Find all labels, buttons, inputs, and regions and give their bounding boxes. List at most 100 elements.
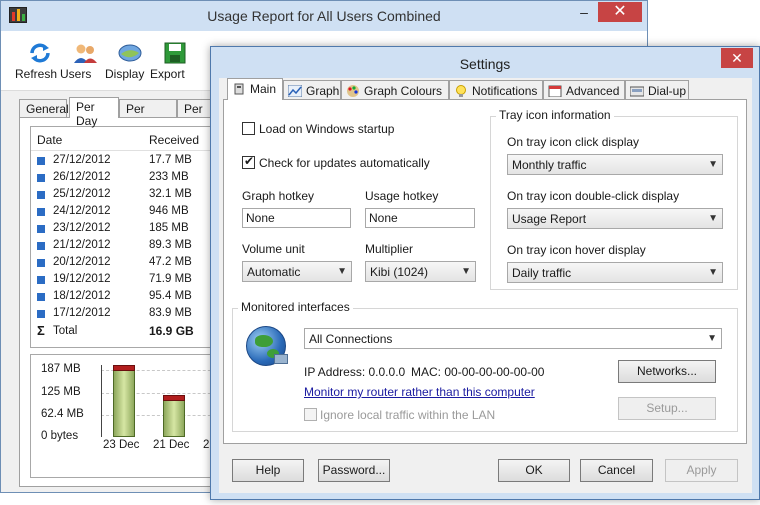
settings-close-button[interactable]: ✕ [721,48,753,68]
multiplier-select[interactable]: Kibi (1024) ▼ [365,261,476,282]
export-icon [164,42,186,64]
tray-hover-label: On tray icon hover display [507,243,646,257]
list-item[interactable]: 26/12/2012 233 MB [31,170,219,186]
load-on-startup-label[interactable]: Load on Windows startup [259,122,394,136]
list-header: Date Received [31,127,219,151]
graph-hotkey-input[interactable]: None [242,208,351,228]
total-label: Total [53,325,78,337]
networks-button[interactable]: Networks... [618,360,716,383]
tab-graph-colours[interactable]: Graph Colours [341,80,449,99]
chevron-down-icon: ▼ [707,333,717,344]
day-square-icon [37,242,45,250]
tab-notifications[interactable]: Notifications [449,80,543,99]
apply-button[interactable]: Apply [665,459,738,482]
day-square-icon [37,259,45,267]
day-square-icon [37,293,45,301]
mac-value: 00-00-00-00-00-00 [444,365,545,379]
y-tick-label: 125 MB [41,386,81,398]
row-received: 71.9 MB [149,273,192,285]
help-button[interactable]: Help [232,459,304,482]
column-date[interactable]: Date [37,133,62,147]
list-item[interactable]: 23/12/2012 185 MB [31,221,219,237]
settings-title: Settings [459,56,511,72]
volume-unit-label: Volume unit [242,242,305,256]
tab-advanced-label: Advanced [566,84,620,98]
load-on-startup-checkbox[interactable] [242,122,255,135]
list-item[interactable]: 24/12/2012 946 MB [31,204,219,220]
volume-unit-value: Automatic [247,265,301,279]
cancel-button[interactable]: Cancel [580,459,653,482]
main-tab-panel: Load on Windows startup Check for update… [223,99,747,444]
check-updates-label[interactable]: Check for updates automatically [259,156,430,170]
tab-graph[interactable]: Graph [283,80,341,99]
row-received: 89.3 MB [149,239,192,251]
tab-general[interactable]: General [19,99,69,117]
sigma-icon: Σ [37,323,45,338]
tab-per-day[interactable]: Per Day [69,97,119,128]
daily-usage-list[interactable]: Date Received 27/12/2012 17.7 MB 26/12/20… [30,126,220,348]
ignore-local-checkbox[interactable] [304,408,317,421]
row-date: 26/12/2012 [53,171,111,183]
daily-usage-chart: 187 MB 125 MB 62.4 MB 0 bytes 23 Dec 21 … [30,354,220,478]
list-item[interactable]: 25/12/2012 32.1 MB [31,187,219,203]
monitor-router-link[interactable]: Monitor my router rather than this compu… [304,385,535,399]
backup-button[interactable]: Ba [191,41,211,67]
mac-address-text: MAC: 00-00-00-00-00-00 [411,365,544,379]
check-updates-checkbox[interactable] [242,154,255,169]
refresh-button[interactable]: Refresh [15,41,65,81]
tab-graph-colours-label: Graph Colours [364,84,443,98]
tab-main[interactable]: Main [227,78,283,100]
list-item[interactable]: 21/12/2012 89.3 MB [31,238,219,254]
x-tick-label: 2 [203,439,210,451]
day-square-icon [37,157,45,165]
tray-click-value: Monthly traffic [512,158,587,172]
setup-button[interactable]: Setup... [618,397,716,420]
dialup-icon [630,86,644,97]
tab-advanced[interactable]: Advanced [543,80,625,99]
row-received: 233 MB [149,171,189,183]
display-label: Display [105,67,145,81]
list-item[interactable]: 19/12/2012 71.9 MB [31,272,219,288]
palette-icon [347,85,359,97]
tray-click-label: On tray icon click display [507,135,640,149]
chart-bar-cap [163,395,185,401]
display-button[interactable]: Display [105,41,155,81]
users-button[interactable]: Users [60,41,110,81]
chart-bar-cap [113,365,135,371]
tab-dial-up[interactable]: Dial-up [625,80,689,99]
usage-hotkey-input[interactable]: None [365,208,475,228]
export-label: Export [150,67,185,81]
interface-value: All Connections [309,332,393,346]
backup-icon [191,41,211,65]
list-item[interactable]: 27/12/2012 17.7 MB [31,153,219,169]
ignore-local-label[interactable]: Ignore local traffic within the LAN [320,408,495,422]
tray-click-select[interactable]: Monthly traffic ▼ [507,154,723,175]
y-tick-label: 0 bytes [41,430,79,442]
tab-main-label: Main [250,82,277,96]
row-received: 83.9 MB [149,307,192,319]
day-square-icon [37,191,45,199]
total-row[interactable]: Σ Total 16.9 GB [31,323,219,341]
day-square-icon [37,208,45,216]
monitored-interfaces-title: Monitored interfaces [238,300,353,314]
tray-dblclick-select[interactable]: Usage Report ▼ [507,208,723,229]
row-date: 19/12/2012 [53,273,111,285]
minimize-button[interactable]: – [573,3,595,21]
lightbulb-icon [456,85,466,97]
row-date: 18/12/2012 [53,290,111,302]
list-item[interactable]: 17/12/2012 83.9 MB [31,306,219,322]
password-button[interactable]: Password... [318,459,390,482]
row-received: 95.4 MB [149,290,192,302]
volume-unit-select[interactable]: Automatic ▼ [242,261,352,282]
graph-tab-icon [288,85,302,97]
day-square-icon [37,174,45,182]
column-received[interactable]: Received [149,133,199,147]
ok-button[interactable]: OK [498,459,570,482]
list-item[interactable]: 18/12/2012 95.4 MB [31,289,219,305]
tab-per-week[interactable]: Per Week [119,99,177,130]
main-close-button[interactable]: ✕ [598,2,642,22]
list-item[interactable]: 20/12/2012 47.2 MB [31,255,219,271]
tray-hover-select[interactable]: Daily traffic ▼ [507,262,723,283]
settings-body: Main Graph Graph Colours Notifications A… [219,78,752,493]
interface-select[interactable]: All Connections ▼ [304,328,722,349]
